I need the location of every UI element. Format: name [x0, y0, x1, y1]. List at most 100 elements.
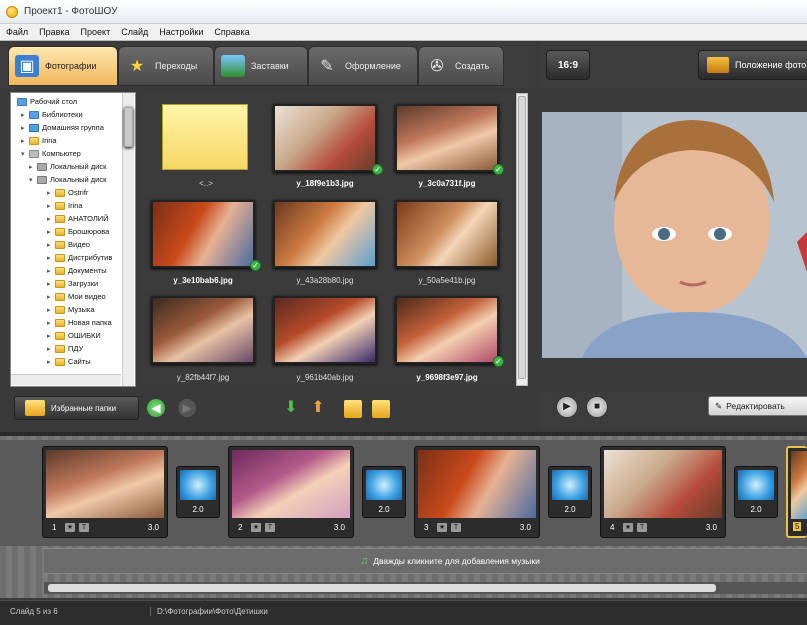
- aspect-ratio-button[interactable]: 16:9: [546, 50, 590, 80]
- menu-slide[interactable]: Слайд: [121, 27, 148, 37]
- forward-icon[interactable]: ▶: [178, 399, 196, 417]
- tree-item-label: Музыка: [68, 305, 95, 314]
- music-hint-label: Дважды кликните для добавления музыки: [373, 556, 540, 566]
- photo-thumbnail[interactable]: [273, 296, 377, 364]
- tree-item[interactable]: ▸ Документы: [47, 266, 107, 275]
- timeline-scrollbar[interactable]: [44, 582, 807, 594]
- tab-intros[interactable]: Заставки: [214, 46, 308, 86]
- folder-add-icon[interactable]: [344, 400, 362, 418]
- timeline-transition[interactable]: 2.0: [734, 466, 778, 518]
- play-icon[interactable]: ▶: [556, 396, 578, 418]
- timeline-slide[interactable]: 4 ★ T 3.0: [600, 446, 726, 538]
- star-icon[interactable]: ★: [437, 523, 447, 532]
- back-icon[interactable]: ◀: [147, 399, 165, 417]
- parent-folder-icon[interactable]: [162, 104, 248, 170]
- tree-item[interactable]: ▸ Irina: [47, 201, 83, 210]
- tree-item[interactable]: ▸ Загрузки: [47, 279, 98, 288]
- tree-item[interactable]: ▾ Компьютер: [21, 149, 81, 158]
- slide-thumbnail: [418, 450, 536, 518]
- tree-item[interactable]: Рабочий стол: [17, 97, 77, 106]
- scroll-thumb[interactable]: [124, 107, 133, 147]
- tree-item[interactable]: ▸ Дистрибутив: [47, 253, 112, 262]
- tree-item[interactable]: ▸ ПДУ: [47, 344, 83, 353]
- tree-item[interactable]: ▸ Библиотеки: [21, 110, 83, 119]
- menu-file[interactable]: Файл: [6, 27, 28, 37]
- tree-item[interactable]: ▸ АНАТОЛИЙ: [47, 214, 109, 223]
- photo-thumbnail[interactable]: [395, 296, 499, 364]
- timeline-slide[interactable]: 2 ★ T 3.0: [228, 446, 354, 538]
- timeline-slide[interactable]: 1 ★ T 3.0: [42, 446, 168, 538]
- tree-item[interactable]: ▸ Локальный диск: [29, 162, 106, 171]
- text-icon[interactable]: T: [637, 523, 647, 532]
- browser-scrollbar[interactable]: [516, 93, 528, 386]
- tree-vertical-scrollbar[interactable]: [122, 93, 134, 386]
- file-name: y_3e10bab6.jpg: [173, 276, 233, 285]
- favorite-folders-button[interactable]: Избранные папки: [14, 396, 139, 420]
- text-icon[interactable]: T: [451, 523, 461, 532]
- tree-item[interactable]: ▸ Новая папка: [47, 318, 112, 327]
- tree-item[interactable]: ▸ Видео: [47, 240, 90, 249]
- tree-item[interactable]: ▸ Irina: [21, 136, 57, 145]
- tree-item-label: Документы: [68, 266, 107, 275]
- transition-thumbnail: [180, 470, 216, 500]
- star-icon: ★: [129, 58, 145, 75]
- text-icon[interactable]: T: [265, 523, 275, 532]
- tree-item-label: Компьютер: [42, 149, 81, 158]
- photo-thumbnail[interactable]: [395, 200, 499, 268]
- timeline-transition[interactable]: 2.0: [548, 466, 592, 518]
- star-icon[interactable]: ★: [623, 523, 633, 532]
- timeline-transition[interactable]: 2.0: [176, 466, 220, 518]
- timeline-slide[interactable]: 3 ★ T 3.0: [414, 446, 540, 538]
- stop-icon[interactable]: ■: [586, 396, 608, 418]
- folder-open-icon[interactable]: [372, 400, 390, 418]
- star-icon[interactable]: ★: [65, 523, 75, 532]
- tab-photos[interactable]: ▣ Фотографии: [8, 46, 118, 86]
- timeline-transition[interactable]: 2.0: [362, 466, 406, 518]
- tree-item[interactable]: ▸ Домашняя группа: [21, 123, 104, 132]
- menu-edit[interactable]: Правка: [39, 27, 69, 37]
- tab-design[interactable]: ✎ Оформление: [308, 46, 418, 86]
- file-name: <..>: [199, 179, 213, 188]
- title-bar: Проект1 - ФотоШОУ: [0, 0, 807, 24]
- menu-project[interactable]: Проект: [81, 27, 111, 37]
- photo-position-button[interactable]: Положение фото: [698, 50, 807, 80]
- tree-item[interactable]: ▸ ОШИБКИ: [47, 331, 101, 340]
- arrow-down-icon[interactable]: ⬇: [282, 399, 300, 417]
- photo-thumbnail[interactable]: [395, 104, 499, 172]
- tree-item[interactable]: ▸ Ostrifr: [47, 188, 88, 197]
- arrow-up-icon[interactable]: ⬆: [309, 399, 327, 417]
- text-icon[interactable]: T: [79, 523, 89, 532]
- tree-item-label: Сайты: [68, 357, 91, 366]
- scroll-thumb[interactable]: [48, 584, 716, 592]
- check-icon: ✓: [372, 164, 383, 175]
- transition-duration: 2.0: [378, 505, 390, 514]
- slide-number: 2: [238, 523, 243, 532]
- folder-tree: Рабочий стол ▸ Библиотеки ▸ Домашняя групп…: [10, 92, 136, 387]
- tree-horizontal-scrollbar[interactable]: [11, 374, 121, 385]
- app-logo-icon: [6, 6, 18, 18]
- transition-thumbnail: [552, 470, 588, 500]
- music-hint[interactable]: ♫ Дважды кликните для добавления музыки: [360, 555, 540, 567]
- timeline-slide-selected[interactable]: 5: [786, 446, 807, 538]
- star-icon[interactable]: ★: [251, 523, 261, 532]
- transition-duration: 2.0: [192, 505, 204, 514]
- photo-thumbnail[interactable]: [151, 296, 255, 364]
- tree-item[interactable]: ▾ Локальный диск: [29, 175, 106, 184]
- edit-button[interactable]: ✎ Редактировать: [708, 396, 807, 416]
- tree-item[interactable]: ▸ Музыка: [47, 305, 95, 314]
- music-note-icon: ♫: [360, 555, 369, 567]
- menu-settings[interactable]: Настройки: [159, 27, 203, 37]
- tree-item[interactable]: ▸ Брошюрова: [47, 227, 109, 236]
- tab-transitions[interactable]: ★ Переходы: [118, 46, 214, 86]
- tree-item[interactable]: ▸ Сайты: [47, 357, 91, 366]
- tree-item[interactable]: ▸ Мои видео: [47, 292, 106, 301]
- menu-help[interactable]: Справка: [214, 27, 249, 37]
- photo-thumbnail[interactable]: [273, 104, 377, 172]
- tree-item-label: Брошюрова: [68, 227, 110, 236]
- slide-counter: Слайд 5 из 6: [10, 607, 58, 616]
- scroll-thumb[interactable]: [518, 96, 526, 379]
- menu-bar: Файл Правка Проект Слайд Настройки Справ…: [0, 24, 807, 41]
- tab-create[interactable]: ✇ Создать: [418, 46, 504, 86]
- photo-thumbnail[interactable]: [151, 200, 255, 268]
- photo-thumbnail[interactable]: [273, 200, 377, 268]
